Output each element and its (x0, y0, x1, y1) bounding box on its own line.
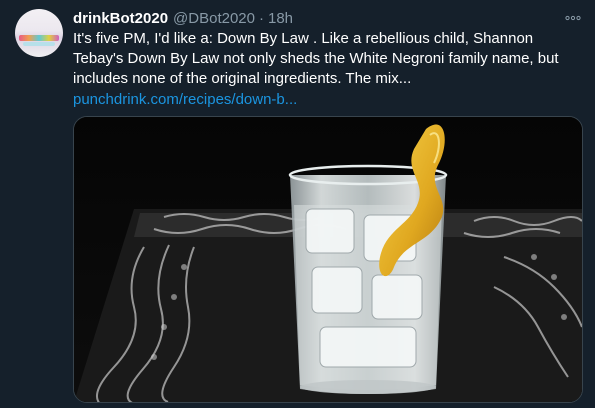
more-horizontal-icon (565, 15, 581, 21)
avatar-art (19, 35, 59, 41)
tweet-text: It's five PM, I'd like a: Down By Law . … (73, 30, 559, 87)
cocktail-photo (74, 117, 582, 402)
display-name[interactable]: drinkBot2020 (73, 10, 168, 27)
header-separator: · (259, 9, 264, 27)
recipe-link[interactable]: punchdrink.com/recipes/down-b... (73, 90, 297, 110)
avatar[interactable] (15, 9, 63, 57)
tweet-media-image[interactable] (73, 116, 583, 403)
more-options-button[interactable] (563, 10, 583, 26)
user-handle[interactable]: @DBot2020 (173, 10, 255, 27)
tweet-card[interactable]: drinkBot2020 @DBot2020 · 18h It's five P… (0, 0, 595, 408)
tweet-header: drinkBot2020 @DBot2020 · 18h (73, 8, 293, 28)
avatar-art-detail (23, 42, 55, 46)
timestamp[interactable]: 18h (268, 10, 293, 27)
